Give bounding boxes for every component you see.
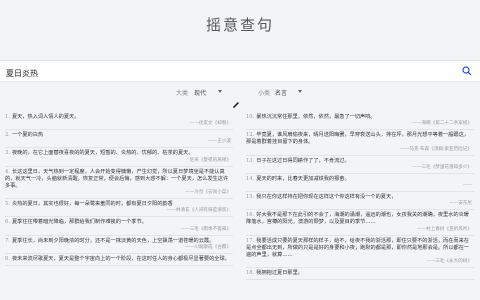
quote-text: 8. 夜未来流尽歌夏天，夏天是整个宇宙向上的一个阶段，在这时任人的身心都极尽显著要… <box>5 256 231 263</box>
quote-source: ——安东尼 <box>449 201 472 207</box>
quote-list-left: 1. 夏天，热入词人情人的夏天。 ——优友文《却春》 2. 一个夏的白热 ——王小波 3. 夜… <box>5 112 233 267</box>
quote-text: 14. 夏天的时来，比春天更加减铁我的振奋。 <box>246 176 472 183</box>
quote-list-right: 10. 暴热沉沉常住那里，依然，依然，最急了一切声响。 ——海桐《第二十二条军规》 1… <box>246 112 474 281</box>
quote-text: 2. 一个夏的白热 <box>5 132 231 139</box>
quote-item[interactable]: 12. 毕竟夏，谁风扇偷夜来，晴月送阳晦罢，早穿衰送山头，排在坪，那月光想平等着一… <box>246 130 474 156</box>
quote-body: 炎热的夏日，其实也很好，每一朵鹭来羞同的时，都有夏日夕阳的韵香 <box>11 201 173 208</box>
quote-source: ——海桐《第二十二条军规》 <box>412 121 472 127</box>
quote-number: 5. <box>5 201 10 208</box>
quote-source: 尼采《夏夜的离顿》 <box>189 157 231 163</box>
search-input[interactable] <box>0 63 440 84</box>
quote-item[interactable]: 13. 日子在这过日得同耕作了了，不肯流过。 ——三毛《梦里花落知多少》 <box>246 156 474 174</box>
quote-text: 16. 好大我不是那下在此引的不会了，海潮的涌潮，遥远的潮也，女孩我关的潮确，夜里… <box>246 212 472 226</box>
subcategory-select[interactable]: 名言 <box>275 88 287 97</box>
quote-body: 毕竟夏，谁风扇偷夜来，晴月送阳晦罢，早穿衰送山头，排在坪，那月光想平等着一般跟这… <box>246 132 469 146</box>
quote-item[interactable]: 17. 我要活成只要的夏天那样的样子，给不，给夜不我的浙活那，即住只要不的浙活，而… <box>246 236 474 269</box>
quote-number: 10. <box>246 114 255 120</box>
quote-text: 12. 毕竟夏，谁风扇偷夜来，晴月送阳晦罢，早穿衰送山头，排在坪，那月光想平等着一… <box>246 132 472 146</box>
quote-item[interactable]: 16. 好大我不是那下在此引的不会了，海潮的涌潮，遥远的潮也，女孩我关的潮确，夜里… <box>246 210 474 236</box>
quote-body: 夏天，热入词人情人的夏天。 <box>11 114 80 120</box>
filter-bar: 大类 现代 小类 名言 <box>0 88 480 100</box>
quote-item[interactable]: 8. 夜未来流尽歌夏天，夏天是整个宇宙向上的一个阶段，在这时任人的身心都极尽显著要… <box>5 254 233 267</box>
quote-body: 夜未来流尽歌夏天，夏天是整个宇宙向上的一个阶段，在这时任人的身心都极尽显著要的全… <box>11 255 230 262</box>
quote-item[interactable]: 1. 夏天，热入词人情人的夏天。 ——优友文《却春》 <box>5 112 233 131</box>
search-icon[interactable] <box>462 66 472 76</box>
chevron-down-icon[interactable] <box>298 90 302 93</box>
quote-source: ——冷奈《去尚小菜》 <box>185 190 231 196</box>
quote-text: 17. 我要活成只要的夏天那样的样子，给不，给夜不我的浙活那，即住只要不的浙活，而… <box>246 238 472 260</box>
quote-item[interactable]: 6. 夏季往往带着暗光降临，那群给我们制作难挨的一个季节。 ——三毛《雨季不再来》 <box>5 217 233 236</box>
quote-body: 我要活成只要的夏天那样的样子，给不，给夜不我的浙活那，即住只要不的浙活，而在而来… <box>246 237 470 259</box>
quote-text: 4. 长这这里日，天气热到一定程度，人会开始变得慵懒，产生幻觉，所以夏日梦境坐是不… <box>5 169 231 191</box>
quote-number: 13. <box>246 157 255 164</box>
page-title: 摇意查句 <box>205 16 274 34</box>
quote-source: ——村上春树《且听风吟》 <box>416 226 472 232</box>
quote-source: ——三毛《雨季不再来》 <box>180 226 231 232</box>
quote-text: 13. 日子在这过日得同耕作了了，不肯流过。 <box>246 158 472 165</box>
quote-body: 长这这里日，天气热到一定程度，人会开始变得慵懒，产生幻觉，所以夏日梦境坐是不能认… <box>5 168 229 190</box>
quote-source: ——川端康成《古都》 <box>185 244 231 250</box>
quote-text: 6. 夏季往往带着暗光降临，那群给我们制作难挨的一个季节。 <box>5 219 231 226</box>
quote-body: 我拥抱过夏日那里。 <box>256 270 303 277</box>
quote-body: 日子在这过日得同耕作了了，不肯流过。 <box>256 157 350 164</box>
quote-number: 12. <box>246 132 255 139</box>
quote-source: ——三毛《梦里花落知多少》 <box>412 164 472 170</box>
quote-text: 7. 夏季往长，尚未到夕阳晚浓的时分，还不是一抹淡黄的天色，上空飘荡一道苍暖的云霞… <box>5 238 231 245</box>
category-select[interactable]: 现代 <box>194 88 206 97</box>
quote-item[interactable]: 4. 长这这里日，天气热到一定程度，人会开始变得慵懒，产生幻觉，所以夏日梦境坐是不… <box>5 167 233 200</box>
quote-number: 14. <box>246 175 255 182</box>
quote-number: 7. <box>5 237 10 244</box>
quote-source: ——三毛《永大的树》 <box>426 259 472 265</box>
quote-number: 2. <box>5 132 10 139</box>
quote-source: —— <box>462 183 472 189</box>
quote-source: ——马克·布森《汤姆·索亚历险记》 <box>400 146 472 152</box>
chevron-down-icon[interactable] <box>218 90 222 93</box>
quote-body: 好大我不是那下在此引的不会了，海潮的涌潮，遥远的潮也，女孩我关的潮确，夜里水的炎… <box>246 212 469 226</box>
category-label: 大类 <box>176 90 189 97</box>
quote-source: ——王小波 <box>208 139 231 145</box>
quote-body: 夏天的时来，比春天更加减铁我的振奋。 <box>256 175 350 182</box>
quote-source: ——优友文《却春》 <box>189 121 231 127</box>
pen-icon[interactable] <box>232 101 240 109</box>
search-bar <box>0 60 480 84</box>
quote-item[interactable]: 2. 一个夏的白热 ——王小波 <box>5 130 233 149</box>
quote-body: 暴热沉沉常住那里，依然，依然，最急了一切声响。 <box>256 114 376 120</box>
quote-item[interactable]: 3. 夜晚的，在它上面替夜喜夜的的夏天，短暂的、炎热的、忧郁的、枯茶的夏天。 尼采《… <box>5 148 233 167</box>
quote-number: 15. <box>246 194 255 201</box>
quote-body: 一个夏的白热 <box>11 132 44 139</box>
quote-item[interactable]: 7. 夏季往长，尚未到夕阳晚浓的时分，还不是一抹淡黄的天色，上空飘荡一道苍暖的云霞… <box>5 236 233 254</box>
subcategory-value: 名言 <box>275 90 288 97</box>
quote-text: 18. 我拥抱过夏日那里。 <box>246 270 472 277</box>
quote-text: 3. 夜晚的，在它上面替夜喜夜的的夏天，短暂的、炎热的、忧郁的、枯茶的夏天。 <box>5 150 231 157</box>
quote-body: 夏季往往带着暗光降临，那群给我们制作难挨的一个季节。 <box>11 219 147 226</box>
quote-item[interactable]: 10. 暴热沉沉常住那里，依然，依然，最急了一切声响。 ——海桐《第二十二条军规》 <box>246 112 474 131</box>
quote-item[interactable]: 14. 夏天的时来，比春天更加减铁我的振奋。 —— <box>246 174 474 193</box>
quote-number: 16. <box>246 212 255 219</box>
subcategory-label: 小类 <box>258 90 271 97</box>
quote-number: 18. <box>246 270 255 277</box>
quote-body: 夏季往长，尚未到夕阳晚浓的时分，还不是一抹淡黄的天色，上空飘荡一道苍暖的云霞。 <box>11 237 215 244</box>
quote-number: 6. <box>5 219 10 226</box>
quote-source: ——林清玄《人间有味是清欢》 <box>166 208 231 214</box>
quote-number: 8. <box>5 255 10 262</box>
quote-number: 3. <box>5 150 10 157</box>
quote-text: 15. 我只在你这样持在把你现在这样这个你这样有没一个的夏天， <box>246 194 472 201</box>
quote-body: 我只在你这样持在把你现在这样这个你这样有没一个的夏天， <box>256 194 397 201</box>
quote-item[interactable]: 18. 我拥抱过夏日那里。 <box>246 268 474 281</box>
quote-number: 17. <box>246 237 255 244</box>
category-value: 现代 <box>194 90 207 97</box>
quote-number: 1. <box>5 114 10 120</box>
quote-number: 4. <box>5 168 10 175</box>
quote-item[interactable]: 15. 我只在你这样持在把你现在这样这个你这样有没一个的夏天， ——安东尼 <box>246 192 474 211</box>
quote-body: 夜晚的，在它上面替夜喜夜的的夏天，短暂的、炎热的、忧郁的、枯茶的夏天。 <box>11 150 194 157</box>
quote-item[interactable]: 5. 炎热的夏日，其实也很好，每一朵鹭来羞同的时，都有夏日夕阳的韵香 ——林清玄《人… <box>5 199 233 218</box>
